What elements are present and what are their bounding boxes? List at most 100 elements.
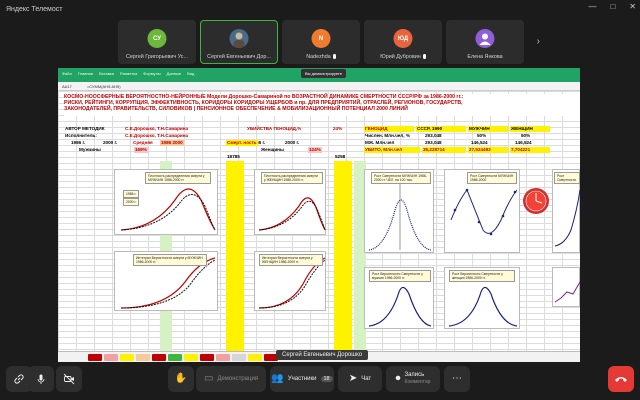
chart-small-2[interactable] <box>552 267 580 307</box>
screen-share-icon: ▭ <box>203 373 214 384</box>
sheet-tab[interactable] <box>184 353 198 361</box>
avatar: N <box>311 29 331 48</box>
chart-men-density[interactable]: Плотность распределения смерти у МУЖЧИН … <box>114 169 218 235</box>
mic-on-icon <box>332 54 336 60</box>
more-button[interactable]: ⋯ <box>444 366 470 392</box>
cell: УБИЙСТВА ГЕНОЦИД,% <box>247 126 302 131</box>
participants-label: Участники <box>287 376 317 382</box>
sheet-tab[interactable] <box>120 353 134 361</box>
person-photo-icon <box>233 32 245 48</box>
mic-on-icon <box>422 54 426 60</box>
sheet-tab[interactable] <box>248 353 262 361</box>
cell: 50% <box>477 133 487 138</box>
minimize-button[interactable]: — <box>588 2 596 11</box>
end-call-icon <box>615 377 627 382</box>
cell: 146,524 <box>515 140 532 145</box>
chart-mortality-growth[interactable]: Рост Смертности МУЖЧИН 1986-2000 гг. ЧЕЛ… <box>364 169 434 253</box>
excel-ribbon: Файл Главная Вставка Разметка Формулы Данные В… <box>58 68 580 82</box>
record-sub-label: Комментар <box>404 379 431 385</box>
avatar: ЮД <box>393 29 413 48</box>
legend-label: 2000 г. <box>123 198 140 206</box>
chart-men-probability[interactable]: Рост Вероятности Смертности у мужчин 198… <box>364 267 434 329</box>
cell: Средняя <box>133 140 153 145</box>
chat-label: Чат <box>361 376 372 382</box>
raise-hand-icon: ✋ <box>174 373 188 384</box>
cell: 50% <box>521 133 531 138</box>
chart-men-mortality-points[interactable]: Рост Смертности МУЖЧИН 1986-2000 <box>444 169 520 253</box>
yellow-column <box>226 161 244 351</box>
participant-tile-active[interactable]: Сергей Евгеньевич Дор... <box>200 20 278 64</box>
chart-label: Рост Смертности МУЖЧИН 1986-2000 гг. ЧЕЛ… <box>371 172 431 184</box>
bottom-toolbar: ✋ ▭ Демонстрация 👥 Участники 18 ➤ Чат ⏺ … <box>0 362 640 400</box>
chart-label: Интеграл Вероятности смерти у ЖЕНЩИН 198… <box>259 254 323 266</box>
chart-mortality-growth-small[interactable]: Рост Смертности <box>552 169 580 253</box>
sheet-tab[interactable] <box>168 353 182 361</box>
sheet-tab[interactable] <box>88 353 102 361</box>
microphone-button[interactable] <box>28 366 54 392</box>
formula-bar[interactable]: AA17 =СУММ(AH5:AH5) <box>58 82 580 91</box>
cell: 169% <box>134 147 148 153</box>
window-title: Яндекс Телемост <box>6 5 63 13</box>
sheet-tab[interactable] <box>200 353 214 361</box>
sheet-tab[interactable] <box>216 353 230 361</box>
participant-name: Nadezhda <box>287 54 355 60</box>
chat-icon: ➤ <box>348 373 358 384</box>
participant-tile[interactable]: Елена Янкова <box>446 20 524 64</box>
microphone-icon <box>37 374 45 384</box>
spreadsheet[interactable]: КОСМО-НООСФЕРНЫЕ ВЕРОЯТНОСТНО-НЕЙРОННЫЕ … <box>58 91 580 351</box>
maximize-button[interactable]: □ <box>610 2 615 11</box>
record-label: Запись <box>404 372 425 378</box>
sheet-tab[interactable] <box>232 353 246 361</box>
cell: 7,704221 <box>510 147 550 153</box>
end-call-button[interactable] <box>608 366 634 392</box>
cell: Женщины <box>261 147 284 152</box>
telemost-window: Яндекс Телемост — □ ✕ СУ Сергей Григорье… <box>0 0 640 400</box>
demo-button[interactable]: ▭ Демонстрация <box>196 366 266 392</box>
participant-tile[interactable]: N Nadezhda <box>282 20 360 64</box>
chart-women-density[interactable]: Плотность распределения смерти у ЖЕНЩИН … <box>254 169 326 235</box>
participant-name: Елена Янкова <box>467 54 503 60</box>
cell: С.Е.Дорошко, Т.Н.Самарина <box>125 133 189 138</box>
ribbon-tabs: Файл Главная Вставка Разметка Формулы Данные В… <box>62 71 195 76</box>
chevron-right-icon[interactable]: › <box>537 36 540 47</box>
participant-tile[interactable]: СУ Сергей Григорьевич Ус... <box>118 20 196 64</box>
sheet-tab[interactable] <box>104 353 118 361</box>
cell: 293,048 <box>425 140 442 145</box>
cell: ЖЕНЩИН <box>510 126 550 132</box>
participant-name: Сергей Григорьевич Ус... <box>126 54 188 60</box>
chart-men-integral[interactable]: Интеграл Вероятности смерти у МУЖЧИН 198… <box>114 251 218 311</box>
banner-line: ЗАКОНОДАТЕЛЕЙ, ПРАВИТЕЛЬСТВ, СИЛОВИКОВ |… <box>64 106 408 112</box>
participant-name: Юрий Дубровин <box>369 54 437 60</box>
chart-label: Рост Вероятности Смертности у мужчин 198… <box>369 270 431 282</box>
cell: 124% <box>308 147 322 153</box>
sheet-tab[interactable] <box>152 353 166 361</box>
cell: 1986 2000 <box>160 140 184 146</box>
legend-label: 1986 г. <box>123 190 140 198</box>
chat-button[interactable]: ➤ Чат <box>338 366 382 392</box>
chart-women-probability[interactable]: Рост Вероятности Смертности у женщин 198… <box>444 267 520 329</box>
cell: 35,228714 <box>422 147 466 153</box>
participant-tile[interactable]: ЮД Юрий Дубровин <box>364 20 442 64</box>
participants-button[interactable]: 👥 Участники 18 <box>270 366 334 392</box>
raise-hand-button[interactable]: ✋ <box>168 366 194 392</box>
cell-reference[interactable]: AA17 <box>62 84 72 89</box>
share-badge: Вы демонстрируете <box>301 69 346 78</box>
chart-women-integral[interactable]: Интеграл Вероятности смерти у ЖЕНЩИН 198… <box>254 251 326 311</box>
close-button[interactable]: ✕ <box>629 2 636 11</box>
cell: 2000 г. <box>285 140 300 145</box>
sheet-tab[interactable] <box>136 353 150 361</box>
cell: СССР, 1990 <box>416 126 466 132</box>
yellow-column <box>334 161 352 351</box>
participants-count: 18 <box>320 376 333 382</box>
clock-icon <box>522 187 550 215</box>
chart-label: Плотность распределения смерти у МУЖЧИН … <box>145 172 211 184</box>
shared-screen: Файл Главная Вставка Разметка Формулы Данные В… <box>58 68 580 362</box>
cell: УБИТО, Млн.чел <box>364 147 420 153</box>
camera-button[interactable] <box>56 366 82 392</box>
cell: 2000 г. <box>103 140 118 145</box>
banner: КОСМО-НООСФЕРНЫЕ ВЕРОЯТНОСТНО-НЕЙРОННЫЕ … <box>64 94 580 116</box>
record-button[interactable]: ⏺ Запись Комментар <box>386 366 440 392</box>
formula-text[interactable]: =СУММ(AH5:AH5) <box>87 84 121 89</box>
link-icon <box>14 374 24 384</box>
cell: 1986 г. <box>71 140 86 145</box>
